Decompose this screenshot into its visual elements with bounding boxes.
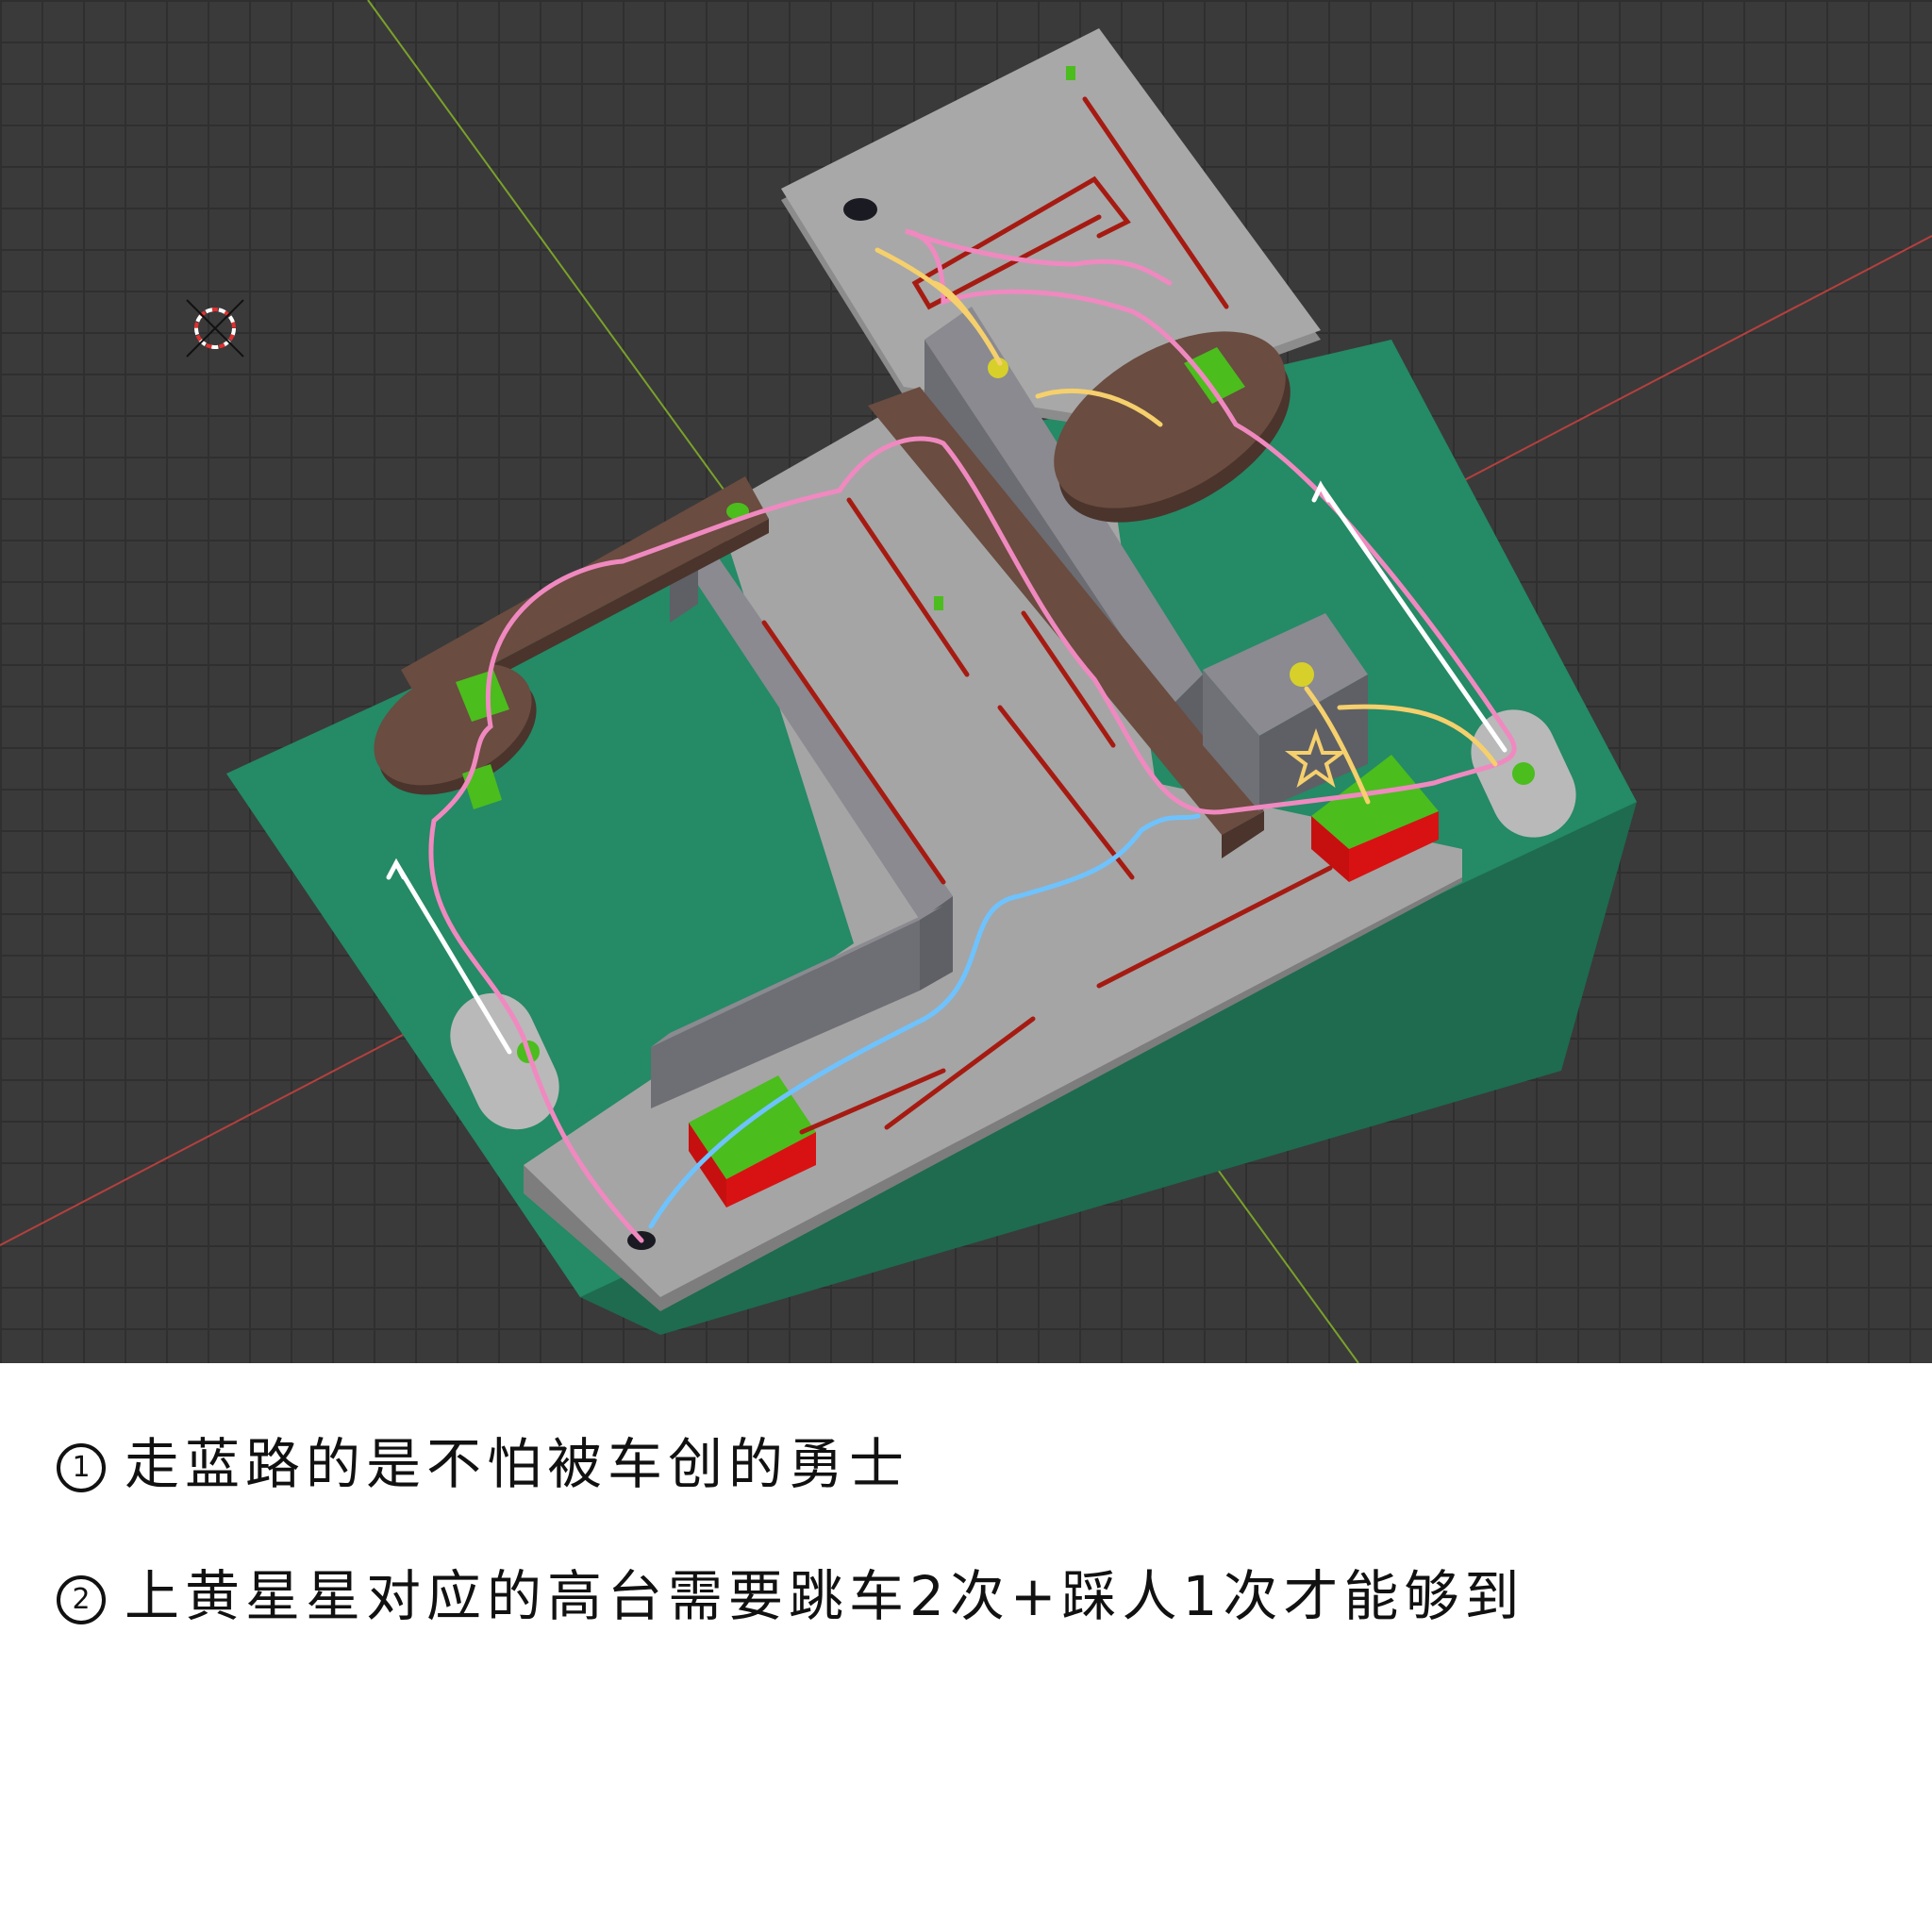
3d-cursor-icon [186,299,244,358]
handwritten-notes: 1 走蓝路的是不怕被车创的勇士 2 上黄星星对应的高台需要跳车2次+踩人1次才能够到 [0,1363,1932,1932]
note-item: 1 走蓝路的是不怕被车创的勇士 [57,1420,909,1499]
note-number: 2 [57,1574,106,1624]
note-text: 上黄星星对应的高台需要跳车2次+踩人1次才能够到 [125,1564,1525,1628]
3d-viewport[interactable] [0,0,1932,1363]
note-item: 2 上黄星星对应的高台需要跳车2次+踩人1次才能够到 [57,1552,1524,1631]
note-text: 走蓝路的是不怕被车创的勇士 [125,1432,910,1496]
note-number: 1 [57,1442,106,1492]
level-scene [0,0,1932,1363]
